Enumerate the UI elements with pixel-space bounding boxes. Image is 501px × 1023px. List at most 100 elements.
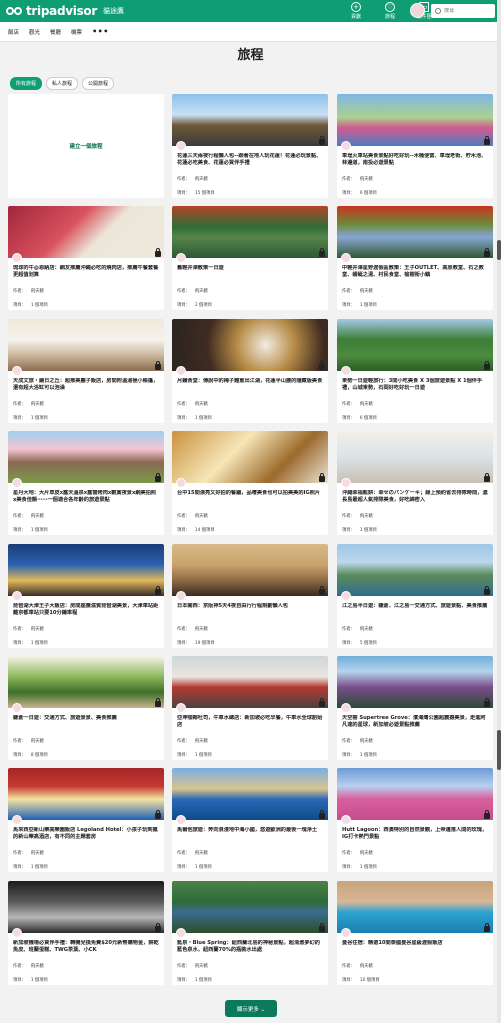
nav-hotels[interactable]: 飯店 (8, 28, 19, 36)
nav-flights[interactable]: 機票 (71, 28, 82, 36)
author-name[interactable]: 飛天豬 (195, 964, 208, 969)
author-name[interactable]: 飛天豬 (360, 739, 373, 744)
trip-cover-image[interactable] (337, 881, 493, 933)
scrollbar-thumb-secondary[interactable] (497, 730, 501, 770)
trip-card[interactable]: 馬爾他旅遊：奔向浪漫地中海小國，悠遊歐洲的最後一塊淨土 作者： 飛天豬 項目： 1 個項… (172, 768, 328, 872)
author-name[interactable]: 飛天豬 (195, 627, 208, 632)
trip-card[interactable]: 藍泉・Blue Spring：紐西蘭北島的神秘景點，超清澈夢幻的藍色泉水，紐西蘭… (172, 881, 328, 985)
trip-card[interactable]: 馬來西亞新山樂高樂園飯店 Legoland Hotel：小孩子玩到瘋的新山樂高酒… (8, 768, 164, 872)
trip-title[interactable]: 天成文旅・繪日之丘：超推美麗子飯店，房間附溫湯極小帳篷，還有超大浴缸可以泡澡 (13, 378, 159, 399)
trip-title[interactable]: 車埕火車站美食景點好吃好玩--木桶便當、車埕老街、貯木池、林邊道，南投必遊景點 (342, 153, 488, 174)
trip-cover-image[interactable] (172, 768, 328, 820)
create-trip-card[interactable]: 建立一個旅程 (8, 94, 164, 198)
trip-cover-image[interactable] (172, 206, 328, 258)
trip-cover-image[interactable] (337, 768, 493, 820)
author-name[interactable]: 飛天豬 (195, 514, 208, 519)
trip-title[interactable]: 江之島半日遊：鎌倉、江之島一交通方式、旅遊景點、美食推薦 (342, 603, 488, 624)
trip-title[interactable]: 馬爾他旅遊：奔向浪漫地中海小國，悠遊歐洲的最後一塊淨土 (177, 827, 323, 848)
author-name[interactable]: 飛天豬 (31, 851, 44, 856)
trip-title[interactable]: 花蓮三天兩夜行程懶人包--跟著在地人玩花蓮！花蓮必玩景點、花蓮必吃美食、花蓮必買… (177, 153, 323, 174)
scrollbar[interactable] (497, 0, 501, 1023)
author-name[interactable]: 飛天豬 (195, 851, 208, 856)
author-name[interactable]: 飛天豬 (31, 739, 44, 744)
trip-title[interactable]: 藍泉・Blue Spring：紐西蘭北島的神秘景點，超清澈夢幻的藍色泉水，紐西蘭… (177, 940, 323, 961)
trip-card[interactable]: 天成文旅・繪日之丘：超推美麗子飯店，房間附溫湯極小帳篷，還有超大浴缸可以泡澡 作者… (8, 319, 164, 423)
author-name[interactable]: 飛天豬 (31, 514, 44, 519)
trip-cover-image[interactable] (337, 656, 493, 708)
trip-cover-image[interactable] (8, 881, 164, 933)
author-name[interactable]: 飛天豬 (195, 402, 208, 407)
trip-cover-image[interactable] (337, 431, 493, 483)
trip-card[interactable]: 琵琶湖大津王子大飯店：房間座擁滋賀琵琶湖美景，大津車站距離京都車站只要10分鐘車… (8, 544, 164, 648)
filter-all-trips[interactable]: 所有旅程 (10, 77, 43, 90)
author-name[interactable]: 飛天豬 (360, 964, 373, 969)
trip-cover-image[interactable] (172, 881, 328, 933)
trip-card[interactable]: 亞坤咖椰吐司，牛車水總店：新加坡必吃早餐，牛車水全球創始店 作者： 飛天豬 項目： 1 … (172, 656, 328, 760)
trip-card[interactable]: 車埕火車站美食景點好吃好玩--木桶便當、車埕老街、貯木池、林邊道，南投必遊景點作… (337, 94, 493, 198)
trip-card[interactable]: 台中15間漂亮又好拍的餐廳，品嚐美食也可以拍美美的IG照片 作者： 飛天豬 項目： 14… (172, 431, 328, 535)
author-name[interactable]: 飛天豬 (195, 177, 208, 182)
trip-title[interactable]: 琉球的牛@恩納店：網友推薦沖繩必吃的燒肉店，推薦午餐套餐更超值划算 (13, 265, 159, 286)
author-name[interactable]: 飛天豬 (31, 289, 44, 294)
trip-cover-image[interactable] (172, 319, 328, 371)
trip-title[interactable]: 沖繩幸福鬆餅：幸せのパンケーキ；線上預約省去排隊時間，濃長島最超人氣排隊美食，好… (342, 490, 488, 511)
trip-title[interactable]: 月鐘食堂：傳說中的梅子雞重出江湖，花蓮半山腰的隱藏版美食 (177, 378, 323, 399)
trip-title[interactable]: 鎌倉一日遊：交通方式、旅遊景景、美食推薦 (13, 715, 159, 736)
trip-title[interactable]: 新加坡機場必買伴手禮：轉機兌換免費$20元新幣購物金，餅乾魚皮、班蘭蛋糕、TWG… (13, 940, 159, 961)
trip-cover-image[interactable] (337, 319, 493, 371)
trip-card[interactable]: 鎌倉一日遊：交通方式、旅遊景景、美食推薦 作者： 飛天豬 項目： 8 個項目 (8, 656, 164, 760)
trip-card[interactable]: 星丹大地：大片草皮x露天溫泉x露營烤肉x觀賞夜景x網美拍照x美食佳餚⋯⋯一個適合… (8, 431, 164, 535)
author-name[interactable]: 飛天豬 (360, 627, 373, 632)
author-name[interactable]: 飛天豬 (195, 289, 208, 294)
trip-card[interactable]: 新加坡機場必買伴手禮：轉機兌換免費$20元新幣購物金，餅乾魚皮、班蘭蛋糕、TWG… (8, 881, 164, 985)
trip-title[interactable]: 曼谷住宿：精選10間泰國曼谷星級渡假飯店 (342, 940, 488, 961)
filter-private-trips[interactable]: 私人旅程 (46, 77, 79, 90)
trip-cover-image[interactable] (8, 544, 164, 596)
user-avatar[interactable] (410, 3, 425, 18)
author-name[interactable]: 飛天豬 (31, 964, 44, 969)
trip-cover-image[interactable] (8, 206, 164, 258)
trip-card[interactable]: 日本關西：京阪神5天4夜自由行行程規劃懶人包 作者： 飛天豬 項目： 19 個項目 (172, 544, 328, 648)
search-input[interactable] (444, 8, 492, 14)
nav-attractions[interactable]: 觀光 (29, 28, 40, 36)
trip-card[interactable]: 中輕井澤星野渡假區散策：王子OUTLET、高原教堂、石之教堂、蜻蜓之湯、村民食堂… (337, 206, 493, 310)
show-more-button[interactable]: 顯示更多 ⌄ (225, 1000, 277, 1017)
trip-card[interactable]: Hutt Lagoon：西澳特別的自然景觀，上帝遺落人間的玫瑰，IG打卡熱門景點… (337, 768, 493, 872)
trip-card[interactable]: 琉球的牛@恩納店：網友推薦沖繩必吃的燒肉店，推薦午餐套餐更超值划算 作者： 飛天豬項… (8, 206, 164, 310)
trip-title[interactable]: 東勢一日遊輕旅行：3間小吃美食 X 3個旅遊景點 X 1個伴手禮，山城東勢，石岡… (342, 378, 488, 399)
trip-card[interactable]: 月鐘食堂：傳說中的梅子雞重出江湖，花蓮半山腰的隱藏版美食 作者： 飛天豬 項目： 1 個… (172, 319, 328, 423)
trip-title[interactable]: 星丹大地：大片草皮x露天溫泉x露營烤肉x觀賞夜景x網美拍照x美食佳餚⋯⋯一個適合… (13, 490, 159, 511)
author-name[interactable]: 飛天豬 (360, 402, 373, 407)
trip-cover-image[interactable] (8, 319, 164, 371)
more-menu-icon[interactable]: ••• (92, 27, 109, 36)
trip-cover-image[interactable] (8, 768, 164, 820)
trip-title[interactable]: 日本關西：京阪神5天4夜自由行行程規劃懶人包 (177, 603, 323, 624)
trip-cover-image[interactable] (337, 544, 493, 596)
trip-card[interactable]: 舊輕井澤散策一日遊 作者： 飛天豬 項目： 2 個項目 (172, 206, 328, 310)
author-name[interactable]: 飛天豬 (31, 627, 44, 632)
trip-card[interactable]: 曼谷住宿：精選10間泰國曼谷星級渡假飯店 作者： 飛天豬 項目： 10 個項目 (337, 881, 493, 985)
trip-card[interactable]: 花蓮三天兩夜行程懶人包--跟著在地人玩花蓮！花蓮必玩景點、花蓮必吃美食、花蓮必買… (172, 94, 328, 198)
trip-cover-image[interactable] (337, 206, 493, 258)
trip-cover-image[interactable] (172, 544, 328, 596)
trip-title[interactable]: Hutt Lagoon：西澳特別的自然景觀，上帝遺落人間的玫瑰，IG打卡熱門景點 (342, 827, 488, 848)
tripadvisor-logo[interactable]: tripadvisor 貓途鷹 (6, 4, 124, 18)
trip-card[interactable]: 東勢一日遊輕旅行：3間小吃美食 X 3個旅遊景點 X 1個伴手禮，山城東勢，石岡… (337, 319, 493, 423)
trip-title[interactable]: 亞坤咖椰吐司，牛車水總店：新加坡必吃早餐，牛車水全球創始店 (177, 715, 323, 736)
trip-card[interactable]: 沖繩幸福鬆餅：幸せのパンケーキ；線上預約省去排隊時間，濃長島最超人氣排隊美食，好… (337, 431, 493, 535)
trips-button[interactable]: ♡ 旅程 (373, 2, 407, 20)
trip-cover-image[interactable] (8, 656, 164, 708)
trip-cover-image[interactable] (8, 431, 164, 483)
author-name[interactable]: 飛天豬 (360, 289, 373, 294)
author-name[interactable]: 飛天豬 (31, 402, 44, 407)
author-name[interactable]: 飛天豬 (195, 739, 208, 744)
trip-cover-image[interactable] (172, 431, 328, 483)
trip-title[interactable]: 舊輕井澤散策一日遊 (177, 265, 323, 286)
trip-cover-image[interactable] (172, 656, 328, 708)
nav-restaurants[interactable]: 餐廳 (50, 28, 61, 36)
trip-title[interactable]: 天空樹 Supertree Grove：濱海灣公園超震撼美景，走進阿凡達的星球，… (342, 715, 488, 736)
trip-card[interactable]: 天空樹 Supertree Grove：濱海灣公園超震撼美景，走進阿凡達的星球，… (337, 656, 493, 760)
trip-title[interactable]: 琵琶湖大津王子大飯店：房間座擁滋賀琵琶湖美景，大津車站距離京都車站只要10分鐘車… (13, 603, 159, 624)
trip-card[interactable]: 江之島半日遊：鎌倉、江之島一交通方式、旅遊景點、美食推薦 作者： 飛天豬 項目： 5 個… (337, 544, 493, 648)
author-name[interactable]: 飛天豬 (360, 177, 373, 182)
